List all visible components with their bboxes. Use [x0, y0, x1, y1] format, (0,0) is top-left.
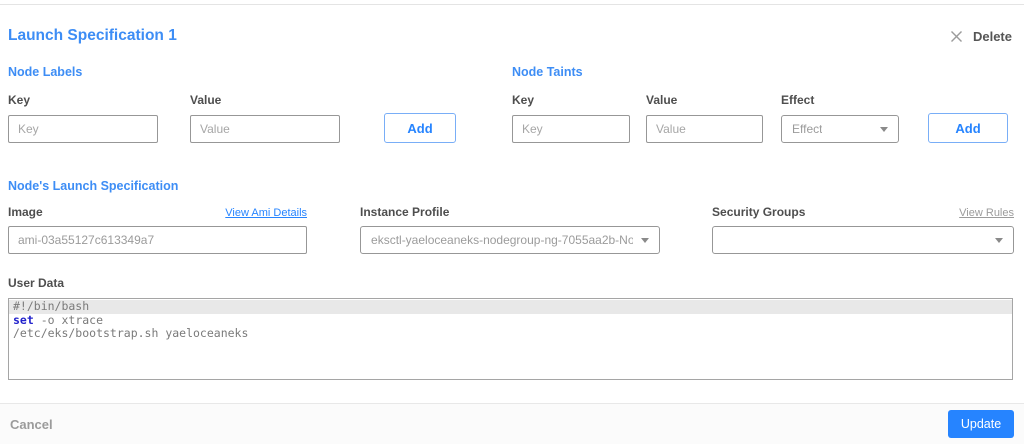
cancel-button[interactable]: Cancel	[10, 417, 53, 432]
update-button[interactable]: Update	[948, 410, 1014, 438]
launch-spec-section: Node's Launch Specification Image View A…	[8, 179, 1014, 254]
chevron-down-icon	[880, 126, 888, 132]
node-labels-heading: Node Labels	[8, 65, 83, 79]
node-taints-section: Node Taints Key Value Effect Effect	[512, 65, 1012, 143]
node-taints-key-input[interactable]	[512, 115, 630, 143]
node-taints-key-field: Key	[512, 93, 630, 143]
view-ami-details-link[interactable]: View Ami Details	[225, 207, 307, 219]
node-taints-add-button[interactable]: Add	[928, 113, 1008, 143]
instance-profile-field: Instance Profile eksctl-yaeloceaneks-nod…	[360, 193, 661, 254]
page-title: Launch Specification 1	[8, 27, 177, 44]
image-label: Image	[8, 205, 43, 219]
code-line: #!/bin/bash	[9, 299, 1012, 314]
node-labels-value-field: Value	[190, 93, 340, 143]
security-groups-label: Security Groups	[712, 205, 806, 219]
node-labels-section: Node Labels Key Value Add	[8, 65, 512, 143]
node-labels-value-label: Value	[190, 93, 222, 107]
effect-select-value: Effect	[792, 122, 823, 136]
launch-spec-panel: Launch Specification 1 Delete Node Label…	[0, 27, 1024, 380]
image-field: Image View Ami Details	[8, 193, 308, 254]
instance-profile-value: eksctl-yaeloceaneks-nodegroup-ng-7055aa2…	[371, 233, 634, 247]
image-input[interactable]	[8, 226, 308, 254]
node-labels-value-input[interactable]	[190, 115, 340, 143]
node-taints-value-input[interactable]	[646, 115, 763, 143]
labels-taints-row: Node Labels Key Value Add Node Taints Ke…	[8, 65, 1014, 143]
node-taints-heading: Node Taints	[512, 65, 583, 79]
node-taints-fields: Key Value Effect Effect Add	[512, 93, 1012, 143]
instance-profile-label: Instance Profile	[360, 205, 450, 219]
node-labels-key-input[interactable]	[8, 115, 158, 143]
node-labels-fields: Key Value Add	[8, 93, 512, 143]
user-data-label: User Data	[8, 276, 65, 290]
security-groups-select[interactable]	[712, 226, 1014, 254]
node-labels-key-label: Key	[8, 93, 31, 107]
node-taints-value-field: Value	[646, 93, 763, 143]
chevron-down-icon	[641, 237, 650, 243]
view-rules-link[interactable]: View Rules	[959, 207, 1014, 219]
launch-spec-fields: Image View Ami Details Instance Profile …	[8, 193, 1014, 254]
panel-header: Launch Specification 1 Delete	[8, 27, 1014, 45]
user-data-section: User Data #!/bin/bash set -o xtrace /etc…	[8, 276, 1014, 380]
delete-button[interactable]: Delete	[950, 29, 1014, 44]
node-taints-effect-label: Effect	[781, 93, 815, 107]
code-line: /etc/eks/bootstrap.sh yaeloceaneks	[13, 326, 249, 340]
code-line: set -o xtrace	[13, 312, 104, 327]
top-divider	[0, 0, 1024, 5]
node-labels-key-field: Key	[8, 93, 158, 143]
node-labels-add-button[interactable]: Add	[384, 113, 456, 143]
node-taints-value-label: Value	[646, 93, 678, 107]
footer-bar: Cancel Update	[0, 403, 1024, 444]
node-taints-effect-field: Effect Effect	[781, 93, 899, 143]
node-taints-key-label: Key	[512, 93, 535, 107]
node-taints-effect-select[interactable]: Effect	[781, 115, 899, 143]
chevron-down-icon	[995, 237, 1003, 243]
security-groups-field: Security Groups View Rules	[712, 193, 1014, 254]
close-icon	[950, 30, 962, 42]
user-data-editor[interactable]: #!/bin/bash set -o xtrace /etc/eks/boots…	[8, 298, 1013, 380]
delete-button-label: Delete	[972, 28, 1012, 44]
instance-profile-select[interactable]: eksctl-yaeloceaneks-nodegroup-ng-7055aa2…	[360, 226, 661, 254]
launch-spec-heading: Node's Launch Specification	[8, 179, 179, 193]
